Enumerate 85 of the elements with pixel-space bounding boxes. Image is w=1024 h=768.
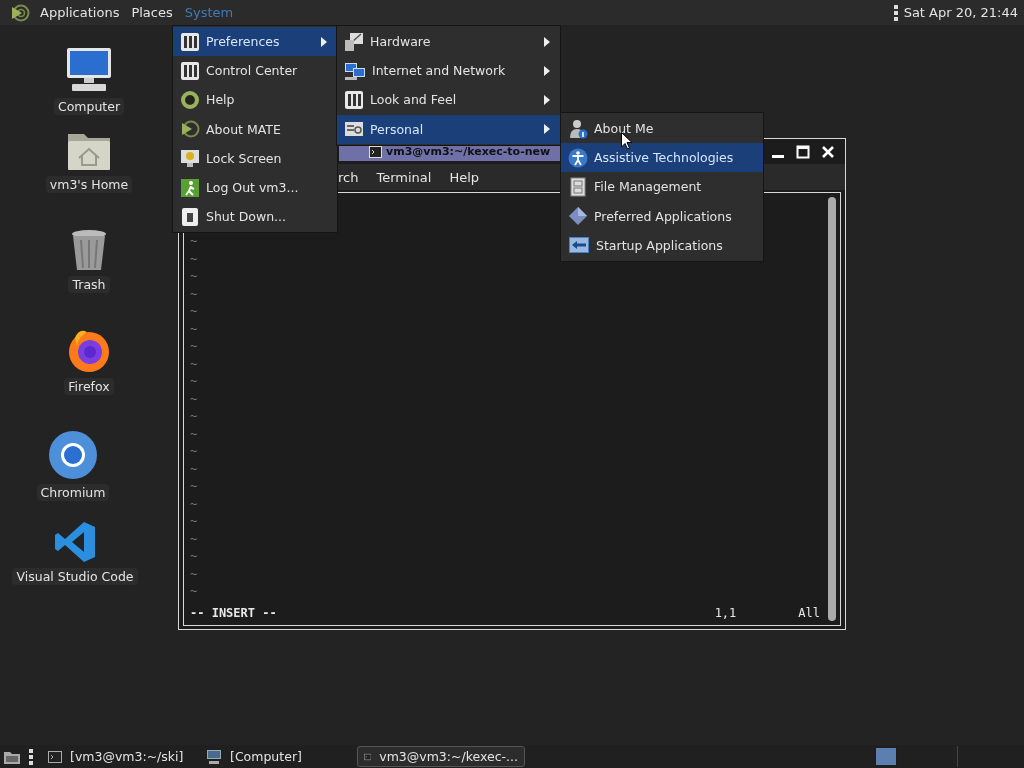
code-editor-icon[interactable] <box>53 520 97 564</box>
switch-icon <box>180 206 200 227</box>
empty-line-marker: ~ <box>190 374 198 388</box>
maximize-icon[interactable] <box>796 144 810 159</box>
empty-line-marker: ~ <box>190 444 198 458</box>
scrollbar[interactable] <box>828 197 836 621</box>
desktop-icon-label[interactable]: vm3's Home <box>45 176 133 193</box>
sliders-icon <box>344 89 364 110</box>
empty-line-marker: ~ <box>190 496 198 511</box>
cursor-position: 1,1 <box>714 606 737 620</box>
exit-icon <box>180 177 200 198</box>
workspace-switcher-cell[interactable] <box>874 746 898 767</box>
menu-item[interactable]: About Me <box>561 114 763 144</box>
computer-icon <box>206 749 222 764</box>
panel-menu[interactable]: Applications <box>34 5 126 20</box>
menu-item[interactable]: Preferred Applications <box>561 201 763 231</box>
menu-item[interactable]: File Management <box>561 172 763 202</box>
taskbar-button[interactable]: [vm3@vm3:~/ski] <box>41 746 191 767</box>
menu-item[interactable]: Startup Applications <box>561 230 763 260</box>
menubar-item[interactable]: Help <box>449 169 480 185</box>
close-icon[interactable] <box>821 144 835 159</box>
terminal-icon <box>48 750 62 763</box>
browser-icon[interactable] <box>48 430 98 480</box>
menu-item[interactable]: About MATE <box>173 114 337 144</box>
menu-item[interactable]: Control Center <box>173 56 337 86</box>
desktop-icon-label[interactable]: Visual Studio Code <box>12 568 138 585</box>
menu-item[interactable]: Preferences <box>173 27 337 57</box>
menu-item[interactable]: Lock Screen <box>173 143 337 173</box>
menu-item[interactable]: Shut Down... <box>173 202 337 232</box>
menu-item[interactable]: Look and Feel <box>337 85 560 115</box>
user-info-icon <box>568 118 588 139</box>
desktop-icon-label[interactable]: Trash <box>68 276 110 293</box>
desktop-icon-label[interactable]: Chromium <box>36 484 110 501</box>
drag-handle-icon <box>29 748 33 765</box>
empty-line-marker: ~ <box>190 566 198 581</box>
empty-line-marker: ~ <box>190 426 198 441</box>
menubar-item[interactable]: rch <box>338 169 359 185</box>
menu-item[interactable]: Log Out vm3... <box>173 172 337 203</box>
empty-line-marker: ~ <box>190 286 198 301</box>
trash-icon[interactable] <box>69 228 109 272</box>
lifebuoy-icon <box>180 89 200 110</box>
desktop-icon-label[interactable]: Firefox <box>64 378 114 395</box>
diamond-icon <box>568 206 588 227</box>
taskbar-button[interactable]: [Computer] <box>199 746 349 767</box>
menu-item[interactable]: Personal <box>337 114 560 144</box>
accessibility-icon <box>568 147 588 168</box>
scroll-position: All <box>798 606 820 620</box>
empty-line-marker: ~ <box>190 409 198 423</box>
menu-item[interactable]: Assistive Technologies <box>561 143 763 173</box>
mouse-pointer-icon <box>621 132 633 150</box>
menu-item[interactable]: Internet and Network <box>337 56 560 86</box>
empty-line-marker: ~ <box>190 461 198 476</box>
empty-line-marker: ~ <box>190 251 198 266</box>
file-cabinet-icon <box>568 176 588 197</box>
empty-line-marker: ~ <box>190 269 198 283</box>
empty-line-marker: ~ <box>190 304 198 318</box>
taskbar-button[interactable]: vm3@vm3:~/kexec-... <box>357 746 525 767</box>
empty-line-marker: ~ <box>190 479 198 493</box>
menu-item[interactable]: Hardware <box>337 27 560 57</box>
empty-line-marker: ~ <box>190 234 198 248</box>
hardware-icon <box>344 31 364 52</box>
empty-line-marker: ~ <box>190 339 198 353</box>
empty-line-marker: ~ <box>190 514 198 528</box>
drag-handle-icon <box>893 4 898 21</box>
empty-line-marker: ~ <box>190 391 198 406</box>
mate-logo-icon <box>180 119 200 140</box>
panel-menu[interactable]: Places <box>125 5 179 20</box>
empty-line-marker: ~ <box>190 321 198 336</box>
empty-line-marker: ~ <box>190 356 198 371</box>
terminal-icon <box>364 750 372 763</box>
network-icon <box>344 60 366 81</box>
empty-line-marker: ~ <box>190 549 198 563</box>
empty-line-marker: ~ <box>190 531 198 546</box>
vim-mode: -- INSERT -- <box>190 606 277 620</box>
desktop-icon-label[interactable]: Computer <box>53 98 125 115</box>
menu-item[interactable]: Help <box>173 85 337 115</box>
lock-screen-icon <box>180 148 200 169</box>
menubar-item[interactable]: Terminal <box>376 169 432 185</box>
clock[interactable]: Sat Apr 20, 21:44 <box>903 5 1018 20</box>
sliders-icon <box>180 31 200 52</box>
mate-logo-icon[interactable] <box>10 2 30 23</box>
empty-line-marker: ~ <box>190 584 198 598</box>
computer-icon[interactable] <box>64 46 114 94</box>
sliders-icon <box>180 60 200 81</box>
arrow-left-icon <box>568 235 590 256</box>
